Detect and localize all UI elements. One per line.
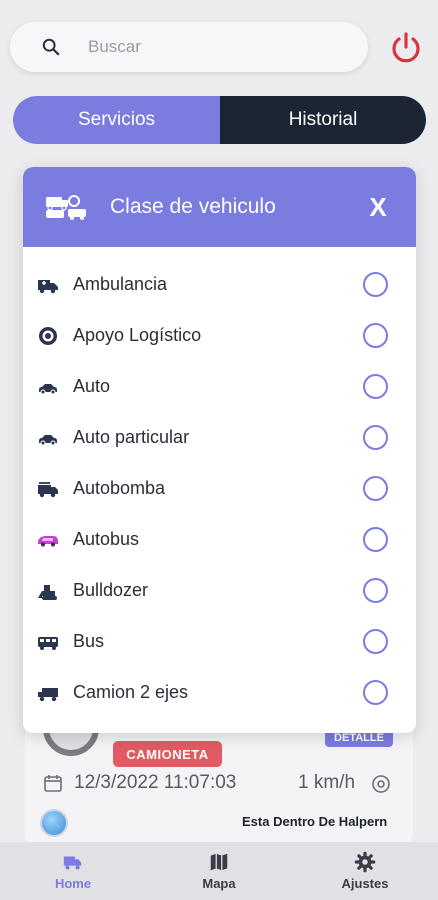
bus-pink-icon	[38, 536, 58, 547]
vehicles-icon	[46, 195, 86, 220]
nav-settings[interactable]: Ajustes	[292, 842, 438, 900]
option-label: Autobus	[73, 529, 140, 549]
option-label: Ambulancia	[73, 274, 168, 294]
option-auto-particular[interactable]: Auto particular	[23, 413, 416, 464]
tab-services[interactable]: Servicios	[13, 96, 220, 144]
tab-history[interactable]: Historial	[220, 96, 426, 144]
logistics-icon	[39, 327, 57, 345]
close-button[interactable]: X	[366, 192, 390, 222]
option-ambulancia[interactable]: Ambulancia	[23, 260, 416, 311]
car-icon	[39, 435, 57, 446]
option-bus[interactable]: Bus	[23, 617, 416, 668]
option-label: Auto	[73, 376, 111, 396]
option-label: Bus	[73, 631, 105, 651]
speedometer-icon	[372, 775, 390, 793]
option-radio[interactable]	[363, 272, 388, 297]
search-input[interactable]: Buscar	[88, 37, 141, 57]
gear-icon	[354, 851, 376, 873]
truck-icon	[38, 688, 58, 702]
option-label: Bulldozer	[73, 580, 149, 600]
power-icon[interactable]	[388, 30, 424, 66]
vehicle-type-badge: CAMIONETA	[113, 741, 222, 767]
option-autobus[interactable]: Autobus	[23, 515, 416, 566]
option-autobomba[interactable]: Autobomba	[23, 464, 416, 515]
ambulance-icon	[38, 280, 58, 294]
last-update-datetime: 12/3/2022 11:07:03	[74, 772, 237, 793]
nav-map-label: Mapa	[202, 876, 236, 891]
nav-settings-label: Ajustes	[341, 876, 389, 891]
option-label: Autobomba	[73, 478, 166, 498]
option-radio[interactable]	[363, 374, 388, 399]
map-icon	[210, 853, 228, 871]
option-radio[interactable]	[363, 527, 388, 552]
option-radio[interactable]	[363, 425, 388, 450]
status-dot	[40, 809, 68, 837]
search-icon	[42, 38, 60, 56]
nav-map[interactable]: Mapa	[146, 842, 292, 900]
search-bar[interactable]: Buscar	[10, 22, 368, 72]
option-radio[interactable]	[363, 680, 388, 705]
vehicle-class-modal: Clase de vehiculo X Ambulancia Apoyo Log…	[23, 167, 416, 733]
option-label: Camion 2 ejes	[73, 682, 189, 702]
truck-icon	[63, 856, 82, 870]
option-label: Auto particular	[73, 427, 190, 447]
option-bulldozer[interactable]: Bulldozer	[23, 566, 416, 617]
option-camion-2-ejes[interactable]: Camion 2 ejes	[23, 668, 416, 719]
bus-icon	[38, 637, 58, 650]
modal-title: Clase de vehiculo	[110, 195, 276, 218]
option-apoyo-logistico[interactable]: Apoyo Logístico	[23, 311, 416, 362]
speed-value: 1 km/h	[298, 772, 356, 793]
car-icon	[39, 384, 57, 395]
option-label: Apoyo Logístico	[73, 325, 202, 345]
modal-header: Clase de vehiculo X	[23, 167, 416, 247]
option-radio[interactable]	[363, 323, 388, 348]
location-text: Esta Dentro De Halpern	[242, 814, 388, 829]
bulldozer-icon	[38, 585, 57, 600]
option-radio[interactable]	[363, 578, 388, 603]
option-auto[interactable]: Auto	[23, 362, 416, 413]
option-radio[interactable]	[363, 476, 388, 501]
nav-home[interactable]: Home	[0, 842, 146, 900]
calendar-icon	[44, 775, 62, 792]
nav-home-label: Home	[54, 876, 92, 891]
option-radio[interactable]	[363, 629, 388, 654]
bottom-navigation: Home Mapa Ajustes	[0, 842, 438, 900]
segment-tabs: Servicios Historial	[13, 96, 426, 144]
firetruck-icon	[38, 482, 58, 498]
